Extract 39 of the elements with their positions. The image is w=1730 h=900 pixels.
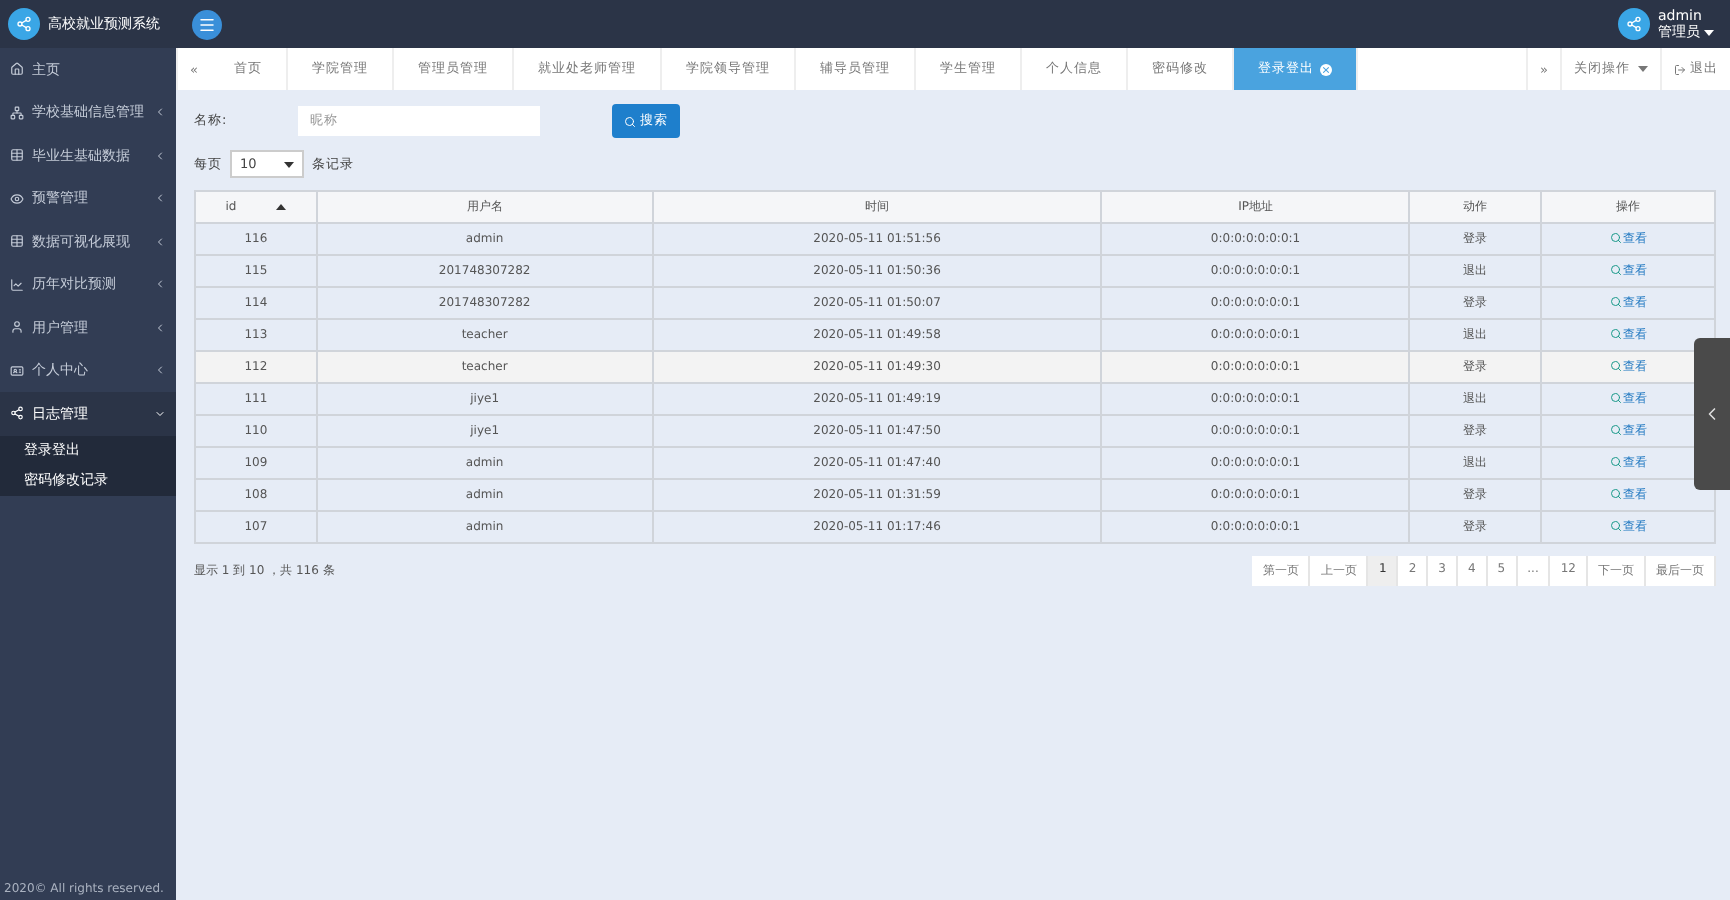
home-icon xyxy=(10,62,24,77)
sitemap-icon xyxy=(10,105,24,120)
logo-icon xyxy=(8,8,40,40)
chevron-left-icon xyxy=(154,235,166,248)
user-icon xyxy=(10,320,24,335)
menu-icon xyxy=(198,15,216,33)
avatar-icon xyxy=(1618,8,1650,40)
menu-button[interactable] xyxy=(192,9,222,39)
side-panel-toggle[interactable] xyxy=(1694,338,1730,490)
chevron-left-icon xyxy=(154,321,166,334)
chevron-down-icon xyxy=(154,407,166,420)
search-icon xyxy=(1609,488,1622,501)
chevron-left-icon xyxy=(154,192,166,205)
id-card-icon xyxy=(10,363,24,378)
search-icon xyxy=(624,115,636,127)
share-icon xyxy=(10,406,24,421)
caret-down-icon xyxy=(1638,66,1648,72)
search-icon xyxy=(1609,360,1622,373)
caret-down-icon xyxy=(284,161,294,167)
table-icon xyxy=(10,148,24,163)
search-icon xyxy=(1609,392,1622,405)
logout-icon xyxy=(1674,63,1686,75)
eye-icon xyxy=(10,191,24,206)
chevron-left-icon xyxy=(154,106,166,119)
chevron-left-icon xyxy=(154,278,166,291)
caret-down-icon xyxy=(1704,30,1714,36)
chevron-left-icon xyxy=(154,149,166,162)
table-icon xyxy=(10,234,24,249)
close-icon[interactable] xyxy=(1317,60,1335,78)
sort-up-icon xyxy=(276,204,287,210)
chevron-left-icon xyxy=(154,364,166,377)
search-icon xyxy=(1609,296,1622,309)
search-icon xyxy=(1609,424,1622,437)
search-icon xyxy=(1609,328,1622,341)
search-icon xyxy=(1609,232,1622,245)
search-icon xyxy=(1609,520,1622,533)
line-chart-icon xyxy=(10,277,24,292)
search-icon xyxy=(1609,456,1622,469)
search-icon xyxy=(1609,264,1622,277)
